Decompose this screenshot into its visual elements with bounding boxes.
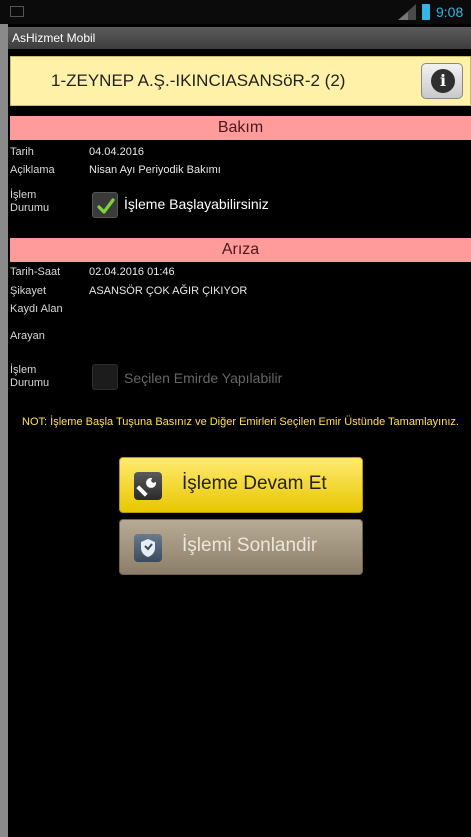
baslayabilir-checkbox[interactable]	[92, 192, 118, 218]
baslayabilir-label[interactable]: İşleme Başlayabilirsiniz	[124, 196, 269, 212]
secilen-emir-label[interactable]: Seçilen Emirde Yapılabilir	[124, 370, 282, 386]
info-button[interactable]: i	[421, 63, 463, 99]
tarih-saat-value: 02.04.2016 01:46	[89, 266, 175, 278]
order-title: 1-ZEYNEP A.Ş.-IKINCIASANSöR-2 (2)	[51, 71, 346, 90]
tarih-label: Tarih	[10, 146, 34, 158]
arayan-label: Arayan	[10, 330, 45, 342]
header-panel: 1-ZEYNEP A.Ş.-IKINCIASANSöR-2 (2) i	[10, 56, 471, 106]
status-bar: 9:08	[0, 0, 471, 24]
ariza-durumu-label: Durumu	[10, 377, 50, 389]
shield-icon	[134, 534, 162, 562]
sikayet-value: ASANSÖR ÇOK AĞIR ÇIKIYOR	[89, 285, 248, 297]
app-screen: 9:08 AsHizmet Mobil 1-ZEYNEP A.Ş.-IKINCI…	[0, 0, 471, 837]
bakim-islem-label: İşlem	[10, 189, 37, 201]
note-text: NOT: İşleme Başla Tuşuna Basınız ve Diğe…	[22, 416, 459, 428]
app-title: AsHizmet Mobil	[12, 31, 96, 45]
info-icon: i	[431, 69, 455, 93]
aciklama-label: Açiklama	[10, 164, 55, 176]
signal-icon	[398, 4, 416, 20]
wrench-icon	[134, 472, 162, 500]
notification-icon	[10, 6, 24, 17]
ariza-section-header: Arıza	[10, 238, 471, 262]
sikayet-label: Şikayet	[10, 285, 47, 297]
tarih-saat-label: Tarih-Saat	[10, 266, 61, 278]
islemi-sonlandir-label: İşlemi Sonlandir	[182, 535, 318, 556]
isleme-devam-label: İşleme Devam Et	[182, 473, 327, 494]
isleme-devam-button[interactable]: İşleme Devam Et	[119, 457, 363, 513]
app-title-bar: AsHizmet Mobil	[8, 27, 471, 49]
bakim-durumu-label: Durumu	[10, 202, 50, 214]
tarih-value: 04.04.2016	[89, 146, 145, 158]
bakim-section-header: Bakım	[10, 116, 471, 140]
battery-icon	[422, 4, 430, 20]
islemi-sonlandir-button[interactable]: İşlemi Sonlandir	[119, 519, 363, 575]
aciklama-value: Nisan Ayı Periyodik Bakımı	[89, 164, 221, 176]
left-border	[0, 0, 8, 837]
kaydi-alan-label: Kaydı Alan	[10, 303, 63, 315]
check-icon	[97, 198, 115, 214]
ariza-islem-label: İşlem	[10, 364, 37, 376]
secilen-emir-checkbox[interactable]	[92, 364, 118, 390]
clock: 9:08	[436, 4, 464, 20]
